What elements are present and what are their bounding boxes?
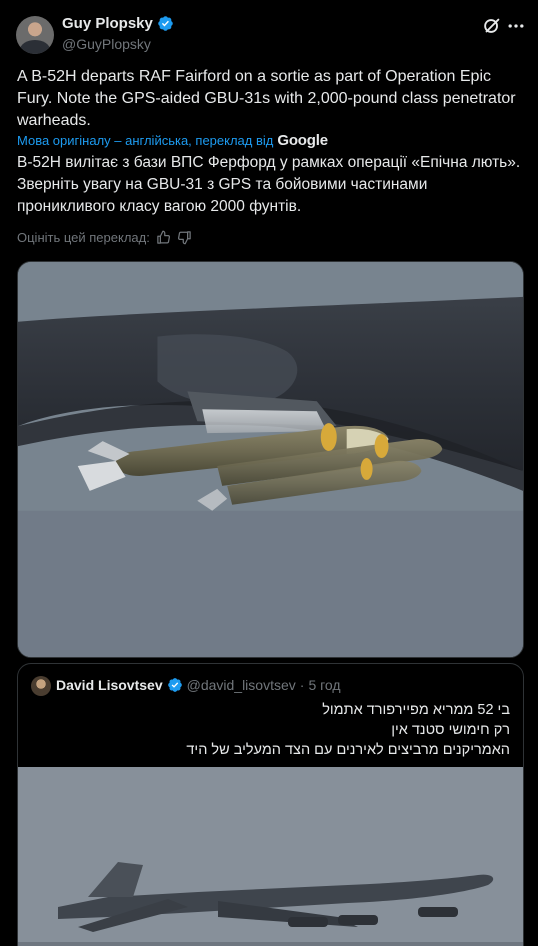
google-logo: Google: [277, 132, 328, 149]
verified-badge-icon: [167, 678, 182, 692]
quoted-author-handle[interactable]: @david_lisovtsev: [187, 677, 296, 693]
quoted-separator: ·: [299, 677, 305, 693]
quoted-author-avatar[interactable]: [31, 676, 51, 696]
quoted-tweet-header: David Lisovtsev @david_lisovtsev · 5 год: [56, 677, 341, 693]
quoted-text-line: בי 52 ממריא מפיירפורד אתמול: [322, 702, 510, 718]
quoted-text-line: רק חימושי סטנד אין: [391, 722, 510, 738]
author-avatar[interactable]: [16, 16, 54, 54]
rate-translation: Оцініть цей переклад:: [17, 230, 192, 245]
tweet: Guy Plopsky @GuyPlopsky A B-52H departs …: [0, 0, 538, 946]
quoted-tweet-photo[interactable]: [18, 767, 523, 946]
quoted-timestamp[interactable]: 5 год: [308, 677, 340, 693]
rate-translation-label: Оцініть цей переклад:: [17, 230, 150, 245]
thumbs-up-icon[interactable]: [156, 230, 171, 245]
thumbs-down-icon[interactable]: [177, 230, 192, 245]
quoted-author-name[interactable]: David Lisovtsev: [56, 677, 163, 693]
more-icon[interactable]: [506, 16, 526, 36]
verified-badge-icon: [158, 16, 173, 31]
translation-attribution[interactable]: Мова оригіналу – англійська, переклад ві…: [17, 132, 328, 149]
tweet-photo[interactable]: [17, 261, 524, 658]
translated-text: B-52H вилітає з бази ВПС Ферфорд у рамка…: [17, 154, 521, 215]
quoted-tweet-text: בי 52 ממריא מפיירפורד אתמול רק חימושי סט…: [30, 700, 510, 760]
translation-label[interactable]: Мова оригіналу – англійська, переклад ві…: [17, 133, 273, 148]
quoted-tweet[interactable]: David Lisovtsev @david_lisovtsev · 5 год…: [17, 663, 524, 946]
author-name[interactable]: Guy Plopsky: [62, 15, 153, 32]
quoted-text-line: האמריקנים מרביצים לאירנים עם הצד המעליב …: [186, 742, 510, 758]
tweet-text: A B-52H departs RAF Fairford on a sortie…: [17, 68, 516, 129]
grok-icon[interactable]: [481, 15, 503, 37]
author-handle[interactable]: @GuyPlopsky: [62, 36, 151, 52]
author-name-row: Guy Plopsky: [62, 15, 174, 32]
